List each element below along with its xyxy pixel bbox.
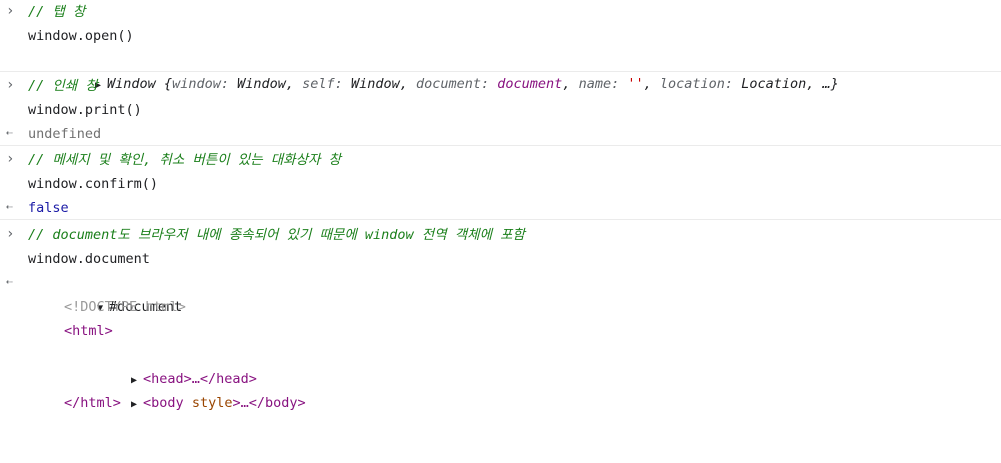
prompt-chevron-icon: ›	[6, 151, 15, 167]
result-value: undefined	[28, 126, 102, 142]
code-expression: window.confirm()	[28, 176, 159, 192]
input-comment-line: › // 인쇄 창	[0, 74, 1001, 98]
input-code-line: window.confirm()	[0, 172, 1001, 196]
result-object-line[interactable]: ▶ Window {window: Window, self: Window, d…	[0, 48, 1001, 92]
input-comment-line: › // 메세지 및 확인, 취소 버튼이 있는 대화상자 창	[0, 148, 1001, 172]
html-close-tag: </html>	[64, 395, 121, 411]
code-comment: // 인쇄 창	[28, 78, 98, 94]
result-arrow-icon: ⇠	[6, 275, 13, 288]
doctype-text: <!DOCTYPE html>	[64, 299, 186, 315]
code-comment: // document도 브라우저 내에 종속되어 있기 때문에 window …	[28, 227, 525, 243]
console-entry-window-confirm: › // 메세지 및 확인, 취소 버튼이 있는 대화상자 창 window.c…	[0, 146, 1001, 220]
dom-head-node[interactable]: ▶ <head>…</head>	[0, 343, 1001, 387]
result-line: ⇠ undefined	[0, 122, 1001, 146]
prompt-chevron-icon: ›	[6, 226, 15, 242]
input-code-line: window.print()	[0, 98, 1001, 122]
result-line: ⇠ false	[0, 196, 1001, 220]
input-comment-line: › // document도 브라우저 내에 종속되어 있기 때문에 windo…	[0, 223, 1001, 247]
prompt-chevron-icon: ›	[6, 3, 15, 19]
result-arrow-icon: ⇠	[6, 200, 13, 213]
code-expression: window.document	[28, 251, 150, 267]
dom-html-open-node[interactable]: <html>	[0, 319, 1001, 343]
dom-html-close-node[interactable]: </html>	[0, 391, 1001, 415]
code-comment: // 탭 창	[28, 4, 86, 20]
console-entry-window-open: › // 탭 창 window.open() ▶ Window {window: …	[0, 0, 1001, 92]
input-code-line: window.open()	[0, 24, 1001, 48]
input-comment-line: › // 탭 창	[0, 0, 1001, 24]
prompt-chevron-icon: ›	[6, 77, 15, 93]
dom-body-node[interactable]: ▶ <body style>…</body>	[0, 367, 1001, 411]
html-open-tag: <html>	[64, 323, 113, 339]
code-expression: window.open()	[28, 28, 134, 44]
console-entry-window-print: › // 인쇄 창 window.print() ⇠ undefined	[0, 72, 1001, 146]
console-entry-window-document: › // document도 브라우저 내에 종속되어 있기 때문에 windo…	[0, 220, 1001, 411]
dom-doctype-node[interactable]: <!DOCTYPE html>	[0, 295, 1001, 319]
code-comment: // 메세지 및 확인, 취소 버튼이 있는 대화상자 창	[28, 152, 341, 168]
input-code-line: window.document	[0, 247, 1001, 271]
result-document-root[interactable]: ⇠ ▼ #document	[0, 271, 1001, 315]
result-arrow-icon: ⇠	[6, 126, 13, 139]
devtools-console: › // 탭 창 window.open() ▶ Window {window: …	[0, 0, 1001, 411]
result-value: false	[28, 200, 69, 216]
code-expression: window.print()	[28, 102, 142, 118]
